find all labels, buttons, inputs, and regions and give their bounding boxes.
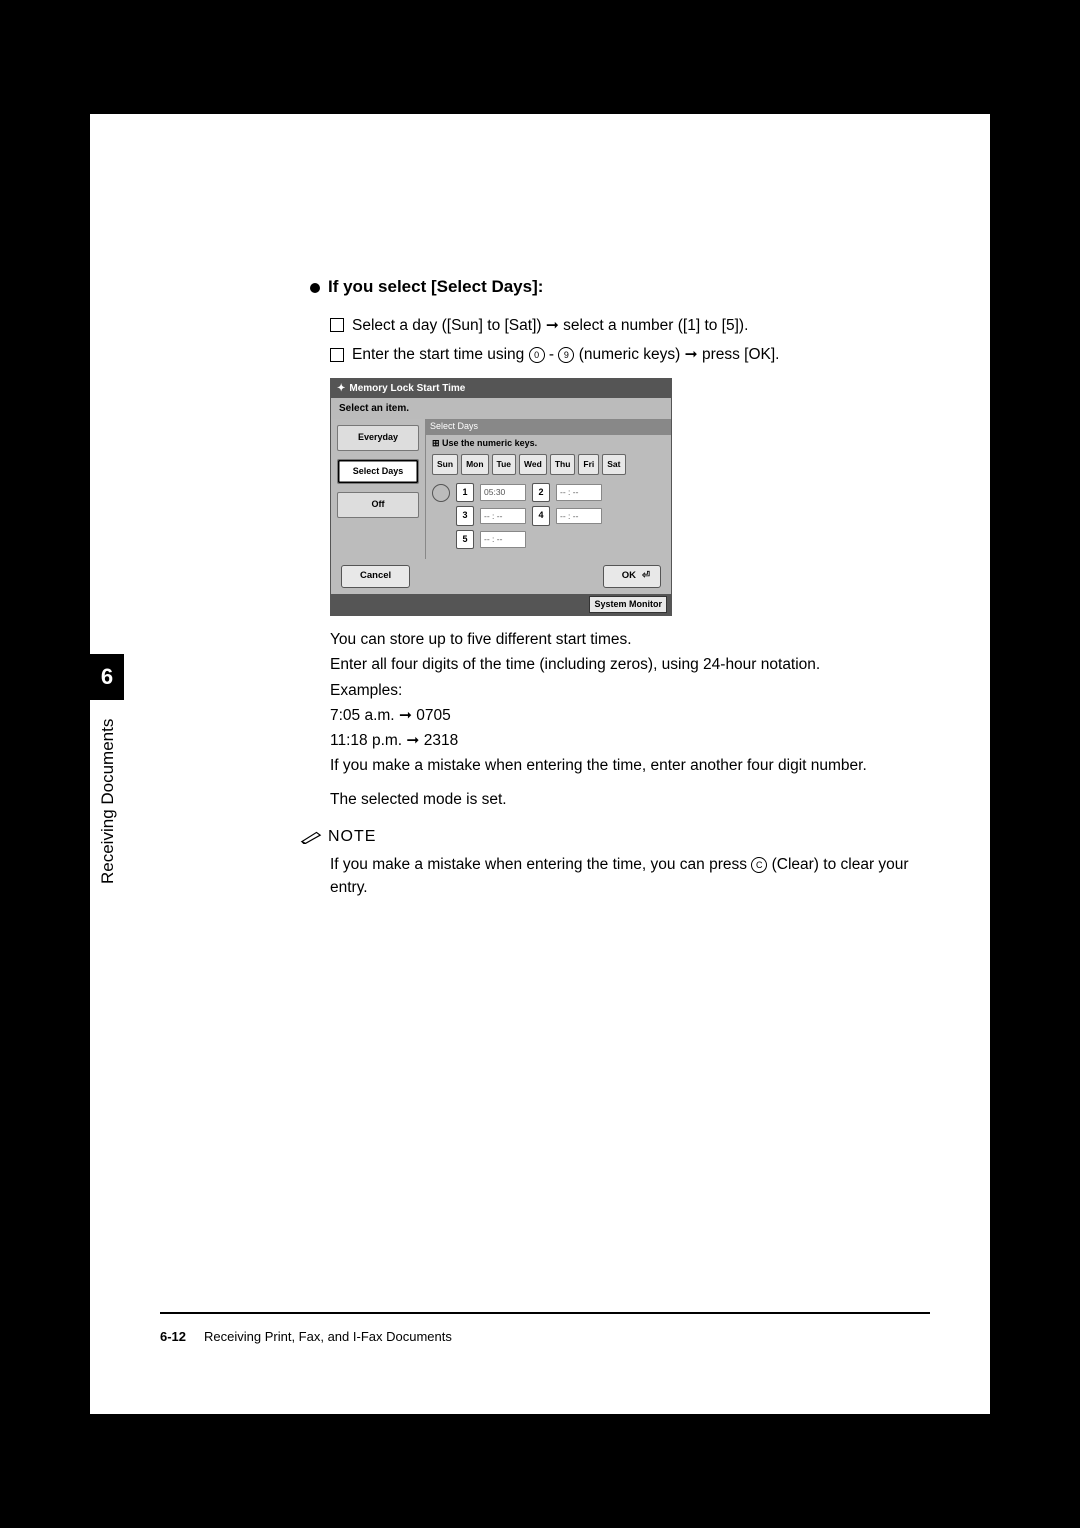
body-line-7: The selected mode is set. xyxy=(330,788,930,811)
note-body: If you make a mistake when entering the … xyxy=(330,853,930,900)
page-number: 6-12 xyxy=(160,1329,186,1344)
panel-button-row: Cancel OK⏎ xyxy=(331,559,671,593)
bullet-icon xyxy=(310,283,320,293)
clock-icon xyxy=(432,484,450,502)
off-button[interactable]: Off xyxy=(337,492,419,518)
panel-title-bar: ✦ Memory Lock Start Time xyxy=(331,379,671,398)
panel-subtitle: Select an item. xyxy=(331,398,671,419)
slot-2-time[interactable]: -- : -- xyxy=(556,484,602,501)
gear-icon: ✦ xyxy=(337,381,345,396)
footer-title: Receiving Print, Fax, and I-Fax Document… xyxy=(204,1329,452,1344)
slot-5-button[interactable]: 5 xyxy=(456,530,474,550)
day-fri-button[interactable]: Fri xyxy=(578,454,599,475)
main-content: If you select [Select Days]: Select a da… xyxy=(310,274,930,899)
body-line-3: Examples: xyxy=(330,679,930,702)
page-footer: 6-12 Receiving Print, Fax, and I-Fax Docu… xyxy=(160,1329,452,1344)
section-heading: If you select [Select Days]: xyxy=(310,274,930,300)
time-entries-grid: 1 05:30 2 -- : -- 3 -- : -- 4 -- : -- 5 … xyxy=(432,483,665,550)
body-line-6: If you make a mistake when entering the … xyxy=(330,754,930,777)
slot-3-time[interactable]: -- : -- xyxy=(480,508,526,525)
system-monitor-button[interactable]: System Monitor xyxy=(589,596,667,614)
ok-button[interactable]: OK⏎ xyxy=(603,565,661,587)
panel-right-title: Select Days xyxy=(426,419,671,435)
device-screenshot-panel: ✦ Memory Lock Start Time Select an item.… xyxy=(330,378,672,616)
arrow-icon: ➞ xyxy=(399,707,412,724)
body-line-4: 7:05 a.m. ➞ 0705 xyxy=(330,704,930,727)
footer-rule xyxy=(160,1312,930,1314)
note-pencil-icon xyxy=(300,830,322,844)
panel-title: Memory Lock Start Time xyxy=(349,381,465,396)
slot-5-time[interactable]: -- : -- xyxy=(480,531,526,548)
body-line-2: Enter all four digits of the time (inclu… xyxy=(330,653,930,676)
system-monitor-bar: System Monitor xyxy=(331,594,671,616)
key-0-icon: 0 xyxy=(529,347,545,363)
everyday-button[interactable]: Everyday xyxy=(337,425,419,451)
checkbox-icon xyxy=(330,348,344,362)
chapter-label: Receiving Documents xyxy=(98,719,118,884)
slot-1-time[interactable]: 05:30 xyxy=(480,484,526,501)
chapter-number: 6 xyxy=(90,654,124,700)
slot-3-button[interactable]: 3 xyxy=(456,506,474,526)
slot-1-button[interactable]: 1 xyxy=(456,483,474,503)
slot-4-time[interactable]: -- : -- xyxy=(556,508,602,525)
day-thu-button[interactable]: Thu xyxy=(550,454,576,475)
cancel-button[interactable]: Cancel xyxy=(341,565,410,587)
heading-text: If you select [Select Days]: xyxy=(328,277,543,296)
panel-right-column: Select Days ⊞ Use the numeric keys. Sun … xyxy=(425,419,671,559)
day-sun-button[interactable]: Sun xyxy=(432,454,458,475)
arrow-icon: ➞ xyxy=(406,732,419,749)
day-tue-button[interactable]: Tue xyxy=(492,454,516,475)
note-label: NOTE xyxy=(328,825,376,849)
arrow-icon: ➞ xyxy=(685,346,698,363)
step-1: Select a day ([Sun] to [Sat]) ➞ select a… xyxy=(330,314,930,337)
day-wed-button[interactable]: Wed xyxy=(519,454,547,475)
page: 6 Receiving Documents If you select [Sel… xyxy=(90,114,990,1414)
slot-2-button[interactable]: 2 xyxy=(532,483,550,503)
key-c-icon: C xyxy=(751,857,767,873)
body-line-5: 11:18 p.m. ➞ 2318 xyxy=(330,729,930,752)
slot-4-button[interactable]: 4 xyxy=(532,506,550,526)
note-header: NOTE xyxy=(300,825,930,849)
day-mon-button[interactable]: Mon xyxy=(461,454,488,475)
step-2: Enter the start time using 0 - 9 (numeri… xyxy=(330,343,930,366)
key-9-icon: 9 xyxy=(558,347,574,363)
arrow-icon: ➞ xyxy=(546,317,559,334)
checkbox-icon xyxy=(330,318,344,332)
body-line-1: You can store up to five different start… xyxy=(330,628,930,651)
panel-hint: ⊞ Use the numeric keys. xyxy=(432,437,665,451)
body-text: You can store up to five different start… xyxy=(330,628,930,811)
panel-left-column: Everyday Select Days Off xyxy=(331,419,425,559)
day-sat-button[interactable]: Sat xyxy=(602,454,625,475)
return-icon: ⏎ xyxy=(642,569,650,583)
panel-body: Everyday Select Days Off Select Days ⊞ U… xyxy=(331,419,671,559)
day-row: Sun Mon Tue Wed Thu Fri Sat xyxy=(432,454,665,475)
select-days-button[interactable]: Select Days xyxy=(337,459,419,485)
side-tab: 6 Receiving Documents xyxy=(90,654,124,700)
